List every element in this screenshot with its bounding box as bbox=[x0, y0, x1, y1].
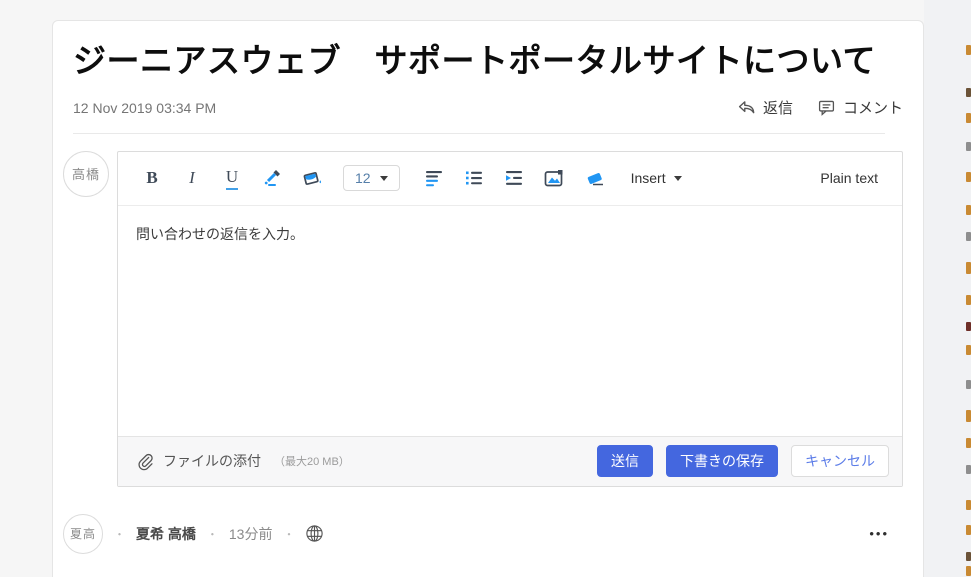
eraser-icon bbox=[584, 168, 605, 188]
insert-dropdown[interactable]: Insert bbox=[631, 170, 682, 186]
font-color-icon bbox=[262, 168, 282, 188]
highlight-color-icon bbox=[302, 168, 323, 188]
plain-text-toggle[interactable]: Plain text bbox=[820, 170, 878, 186]
chevron-down-icon bbox=[673, 175, 682, 181]
insert-label: Insert bbox=[630, 170, 666, 187]
attach-label: ファイルの添付 bbox=[163, 453, 261, 470]
editor-footer: ファイルの添付 （最大20 MB） 送信 下書きの保存 キャンセル bbox=[118, 435, 902, 486]
separator-dot: ・ bbox=[206, 528, 218, 541]
page-viewport: ジーニアスウェブ サポートポータルサイトについて 12 Nov 2019 03:… bbox=[0, 0, 971, 577]
comment-bubble-icon bbox=[817, 98, 836, 117]
font-color-button[interactable] bbox=[262, 163, 282, 193]
reply-section: 高橋 B I U 12 Insert Plain text 問い合わせの返信を入… bbox=[63, 150, 903, 487]
outdent-button[interactable] bbox=[504, 163, 524, 193]
save-draft-button[interactable]: 下書きの保存 bbox=[666, 445, 778, 478]
font-size-value: 12 bbox=[355, 170, 371, 187]
bold-button[interactable]: B bbox=[142, 163, 162, 193]
image-icon bbox=[544, 169, 564, 188]
outdent-icon bbox=[505, 169, 523, 187]
underline-label: U bbox=[225, 167, 239, 190]
highlight-color-button[interactable] bbox=[302, 163, 323, 193]
reply-arrow-icon bbox=[737, 98, 756, 117]
eraser-button[interactable] bbox=[584, 163, 605, 193]
paperclip-icon bbox=[136, 452, 154, 471]
meta-row: 12 Nov 2019 03:34 PM 返信 コメント bbox=[73, 96, 903, 120]
comment-time: 13分前 bbox=[228, 525, 273, 542]
right-sidebar-clipped bbox=[924, 0, 971, 577]
bullet-list-icon bbox=[465, 169, 483, 187]
reply-button[interactable]: 返信 bbox=[737, 97, 793, 118]
separator-dot: ・ bbox=[283, 528, 295, 541]
underline-button[interactable]: U bbox=[222, 163, 242, 193]
comment-button[interactable]: コメント bbox=[817, 97, 903, 118]
editor-toolbar: B I U 12 Insert Plain text bbox=[118, 152, 902, 206]
more-options-button[interactable]: ••• bbox=[869, 526, 889, 541]
cancel-button[interactable]: キャンセル bbox=[791, 445, 889, 478]
attach-file-button[interactable]: ファイルの添付 （最大20 MB） bbox=[136, 451, 350, 471]
comment-author: 夏希 高橋 bbox=[136, 525, 196, 542]
globe-icon bbox=[305, 524, 324, 543]
separator-dot: ・ bbox=[114, 528, 125, 541]
divider bbox=[73, 132, 885, 134]
attach-limit: （最大20 MB） bbox=[274, 456, 350, 469]
footer-buttons: 送信 下書きの保存 キャンセル bbox=[597, 445, 889, 478]
chevron-down-icon bbox=[379, 175, 388, 181]
send-button[interactable]: 送信 bbox=[597, 445, 653, 478]
comment-row: 夏高 ・ 夏希 高橋 ・ 13分前 ・ ••• bbox=[63, 513, 903, 554]
reply-editor: B I U 12 Insert Plain text 問い合わせの返信を入力。 … bbox=[117, 150, 903, 487]
font-size-dropdown[interactable]: 12 bbox=[343, 165, 400, 192]
reply-label: 返信 bbox=[762, 100, 793, 118]
avatar: 夏高 bbox=[63, 513, 103, 554]
ticket-card: ジーニアスウェブ サポートポータルサイトについて 12 Nov 2019 03:… bbox=[52, 20, 924, 577]
align-left-icon bbox=[425, 169, 443, 187]
italic-button[interactable]: I bbox=[182, 163, 202, 193]
bullet-list-button[interactable] bbox=[464, 163, 484, 193]
ticket-timestamp: 12 Nov 2019 03:34 PM bbox=[73, 99, 217, 116]
align-button[interactable] bbox=[424, 163, 444, 193]
ticket-actions: 返信 コメント bbox=[737, 97, 903, 118]
page-title: ジーニアスウェブ サポートポータルサイトについて bbox=[73, 42, 877, 79]
insert-image-button[interactable] bbox=[544, 163, 564, 193]
editor-content[interactable]: 問い合わせの返信を入力。 bbox=[118, 206, 902, 436]
comment-label: コメント bbox=[842, 100, 903, 118]
avatar: 高橋 bbox=[63, 150, 109, 197]
